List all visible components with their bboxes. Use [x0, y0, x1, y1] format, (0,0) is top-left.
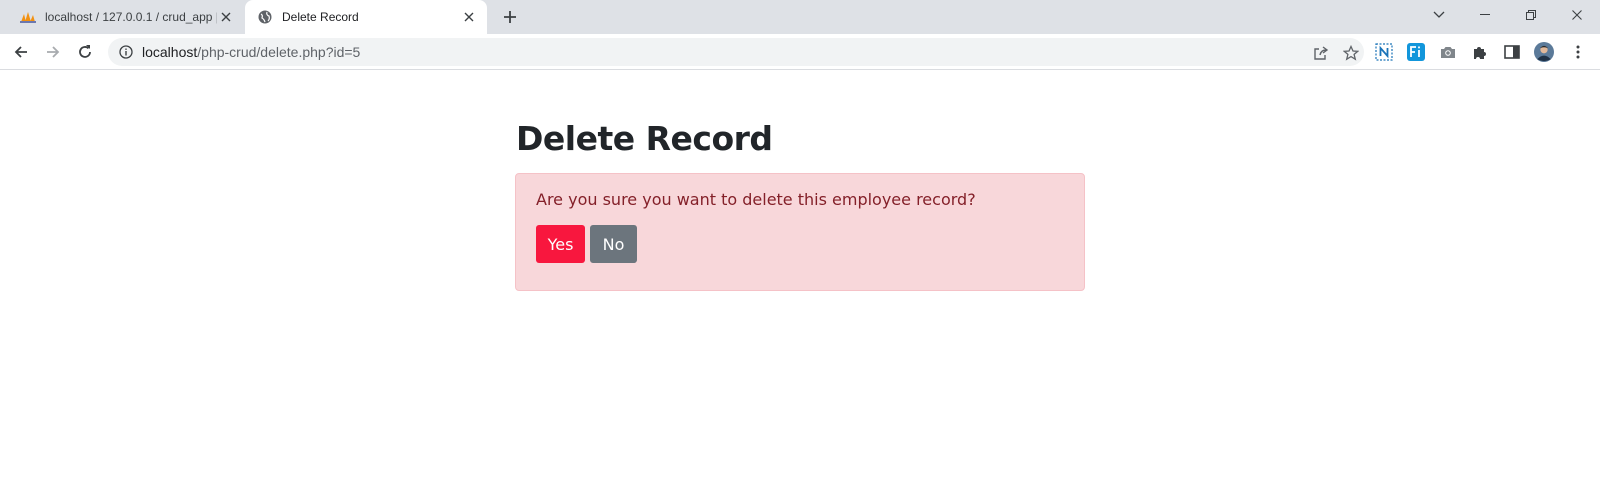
- page-title: Delete Record: [516, 119, 773, 158]
- info-icon[interactable]: [118, 44, 134, 60]
- reload-icon[interactable]: [70, 37, 100, 67]
- close-icon[interactable]: [460, 8, 478, 26]
- page-content: Delete Record Are you sure you want to d…: [0, 71, 1600, 498]
- fi-extension-icon[interactable]: [1406, 42, 1426, 62]
- address-bar[interactable]: localhost/php-crud/delete.php?id=5: [108, 38, 1364, 66]
- url-host: localhost: [142, 44, 198, 60]
- browser-toolbar: localhost/php-crud/delete.php?id=5: [0, 34, 1600, 70]
- back-arrow-icon[interactable]: [6, 37, 36, 67]
- no-button[interactable]: No: [590, 225, 637, 263]
- kebab-menu-icon[interactable]: [1568, 42, 1588, 62]
- tab-strip: localhost / 127.0.0.1 / crud_app | Delet…: [0, 0, 1600, 34]
- camera-icon[interactable]: [1438, 42, 1458, 62]
- restore-icon[interactable]: [1508, 0, 1554, 30]
- side-panel-icon[interactable]: [1502, 42, 1522, 62]
- share-icon[interactable]: [1312, 44, 1330, 62]
- minimize-icon[interactable]: [1462, 0, 1508, 30]
- confirm-alert: Are you sure you want to delete this emp…: [515, 173, 1085, 291]
- tab-title: localhost / 127.0.0.1 / crud_app |: [45, 10, 217, 24]
- tab-delete-record[interactable]: Delete Record: [245, 0, 487, 34]
- yes-button[interactable]: Yes: [536, 225, 585, 263]
- star-icon[interactable]: [1342, 44, 1360, 62]
- globe-icon: [257, 9, 273, 25]
- phpmyadmin-icon: [20, 9, 36, 25]
- close-icon[interactable]: [217, 8, 235, 26]
- tab-phpmyadmin[interactable]: localhost / 127.0.0.1 / crud_app |: [8, 0, 244, 34]
- profile-avatar[interactable]: [1534, 42, 1554, 62]
- tab-title: Delete Record: [282, 10, 359, 24]
- url-text[interactable]: localhost/php-crud/delete.php?id=5: [142, 44, 360, 60]
- url-path: /php-crud/delete.php?id=5: [197, 44, 361, 60]
- forward-arrow-icon[interactable]: [38, 37, 68, 67]
- puzzle-extensions-icon[interactable]: [1470, 42, 1490, 62]
- new-tab-button[interactable]: [499, 6, 521, 28]
- n-extension-icon[interactable]: [1374, 42, 1394, 62]
- close-window-icon[interactable]: [1554, 0, 1600, 30]
- alert-message: Are you sure you want to delete this emp…: [536, 190, 976, 209]
- tab-search-chevron-down-icon[interactable]: [1416, 0, 1462, 30]
